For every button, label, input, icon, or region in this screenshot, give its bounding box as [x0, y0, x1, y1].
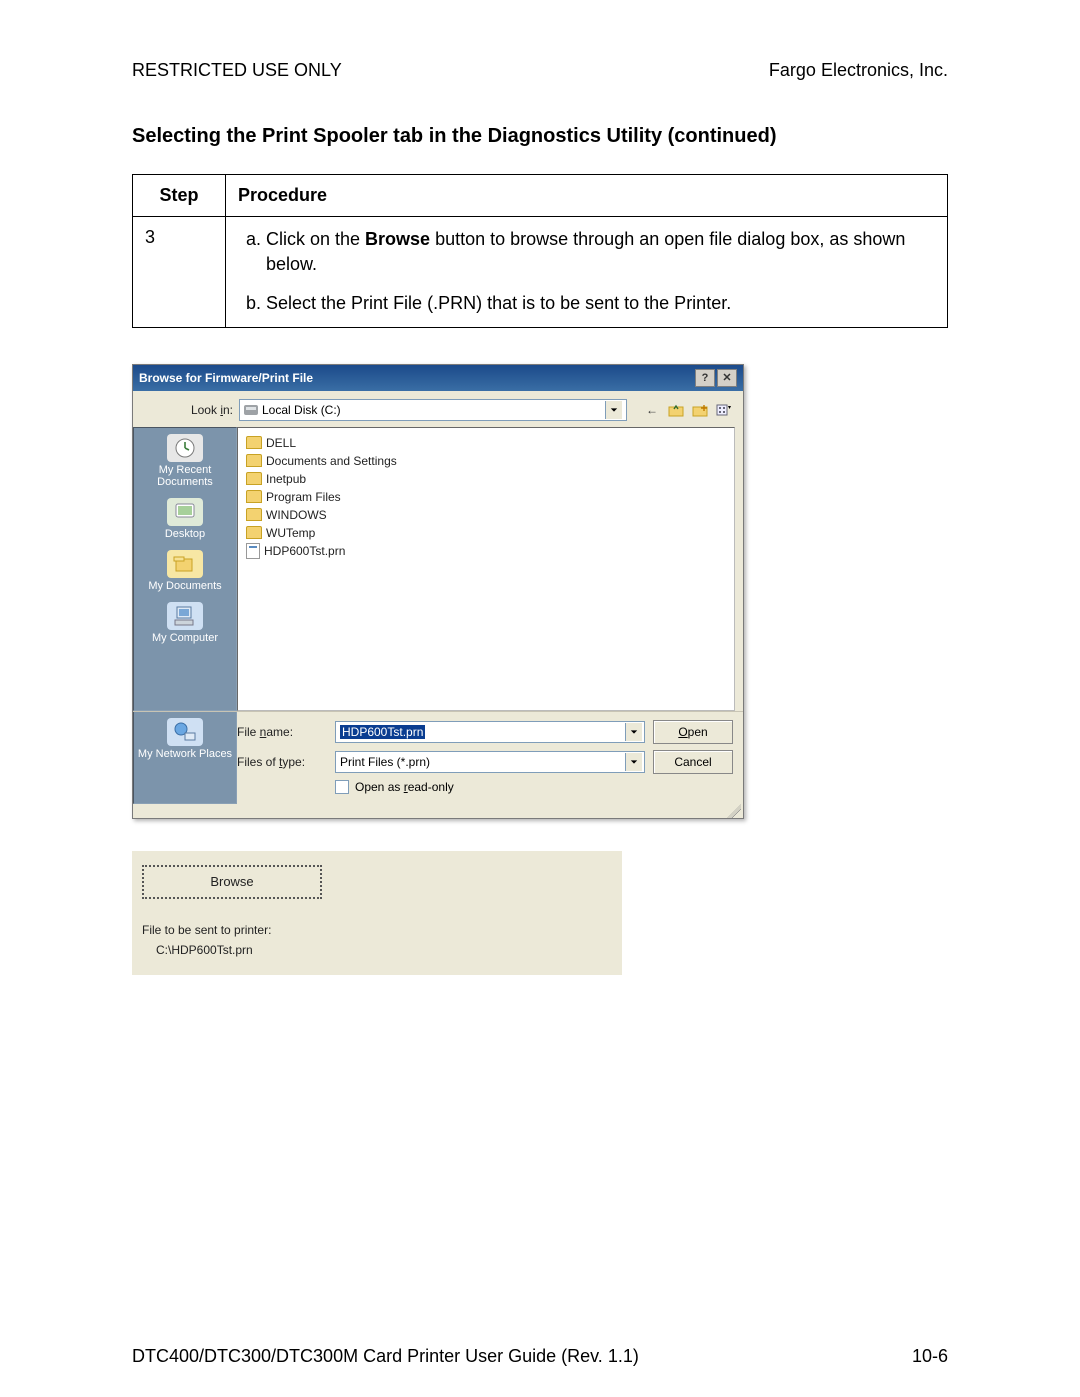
my-documents-icon	[167, 550, 203, 578]
section-title: Selecting the Print Spooler tab in the D…	[132, 125, 948, 148]
list-item[interactable]: Documents and Settings	[246, 452, 726, 470]
lookin-combo[interactable]: Local Disk (C:)	[239, 399, 627, 421]
up-folder-icon[interactable]	[667, 401, 685, 419]
proc-item-b: Select the Print File (.PRN) that is to …	[266, 291, 935, 316]
places-network[interactable]: My Network Places	[138, 718, 232, 760]
cancel-button[interactable]: Cancel	[653, 750, 733, 774]
folder-icon	[246, 472, 262, 485]
places-bar: My Recent Documents Desktop My Documents	[133, 427, 237, 711]
lookin-label: Look in:	[143, 403, 233, 417]
readonly-label: Open as read-only	[355, 780, 454, 794]
file-open-dialog: Browse for Firmware/Print File ? ✕ Look …	[132, 364, 744, 819]
list-item[interactable]: WINDOWS	[246, 506, 726, 524]
back-icon[interactable]: ←	[643, 401, 661, 419]
titlebar-close-button[interactable]: ✕	[717, 369, 737, 387]
places-mycomp[interactable]: My Computer	[152, 602, 218, 644]
list-item[interactable]: WUTemp	[246, 524, 726, 542]
th-step: Step	[133, 175, 226, 217]
list-item[interactable]: Program Files	[246, 488, 726, 506]
th-procedure: Procedure	[226, 175, 948, 217]
open-button[interactable]: Open	[653, 720, 733, 744]
places-recent[interactable]: My Recent Documents	[134, 434, 236, 488]
browse-snippet: Browse File to be sent to printer: C:\HD…	[132, 851, 622, 975]
lookin-value: Local Disk (C:)	[262, 403, 341, 417]
folder-icon	[246, 526, 262, 539]
folder-icon	[246, 508, 262, 521]
prn-file-icon	[246, 543, 260, 559]
desktop-icon	[167, 498, 203, 526]
footer-left: DTC400/DTC300/DTC300M Card Printer User …	[132, 1346, 639, 1367]
browse-button[interactable]: Browse	[142, 865, 322, 899]
network-places-icon	[167, 718, 203, 746]
folder-icon	[246, 436, 262, 449]
header-right: Fargo Electronics, Inc.	[769, 60, 948, 81]
footer-right: 10-6	[912, 1346, 948, 1367]
chevron-down-icon[interactable]	[625, 723, 642, 741]
proc-item-a: Click on the Browse button to browse thr…	[266, 227, 935, 277]
folder-icon	[246, 490, 262, 503]
readonly-checkbox[interactable]	[335, 780, 349, 794]
file-to-send-label: File to be sent to printer:	[142, 923, 612, 937]
header-left: RESTRICTED USE ONLY	[132, 60, 342, 81]
file-to-send-path: C:\HDP600Tst.prn	[156, 943, 612, 957]
filetype-label: Files of type:	[237, 755, 327, 769]
step-number: 3	[133, 217, 226, 328]
filename-label: File name:	[237, 725, 327, 739]
titlebar-help-button[interactable]: ?	[695, 369, 715, 387]
dialog-titlebar: Browse for Firmware/Print File ? ✕	[133, 365, 743, 391]
page-footer: DTC400/DTC300/DTC300M Card Printer User …	[132, 1346, 948, 1367]
procedure-table: Step Procedure 3 Click on the Browse but…	[132, 174, 948, 328]
dialog-title: Browse for Firmware/Print File	[139, 371, 313, 385]
list-item[interactable]: DELL	[246, 434, 726, 452]
page-header: RESTRICTED USE ONLY Fargo Electronics, I…	[132, 60, 948, 81]
places-desktop[interactable]: Desktop	[165, 498, 205, 540]
filetype-combo[interactable]: Print Files (*.prn)	[335, 751, 645, 773]
file-list[interactable]: DELL Documents and Settings Inetpub Prog…	[237, 427, 735, 711]
folder-icon	[246, 454, 262, 467]
places-mydocs[interactable]: My Documents	[148, 550, 221, 592]
resize-grip[interactable]	[133, 804, 743, 818]
chevron-down-icon[interactable]	[625, 753, 642, 771]
chevron-down-icon[interactable]	[605, 401, 622, 419]
view-menu-icon[interactable]	[715, 401, 733, 419]
procedure-cell: Click on the Browse button to browse thr…	[226, 217, 948, 328]
my-computer-icon	[167, 602, 203, 630]
drive-icon	[244, 405, 258, 415]
recent-documents-icon	[167, 434, 203, 462]
filename-field[interactable]: HDP600Tst.prn	[335, 721, 645, 743]
filename-value: HDP600Tst.prn	[340, 725, 425, 739]
list-item[interactable]: HDP600Tst.prn	[246, 542, 726, 560]
list-item[interactable]: Inetpub	[246, 470, 726, 488]
new-folder-icon[interactable]	[691, 401, 709, 419]
filetype-value: Print Files (*.prn)	[340, 755, 430, 769]
